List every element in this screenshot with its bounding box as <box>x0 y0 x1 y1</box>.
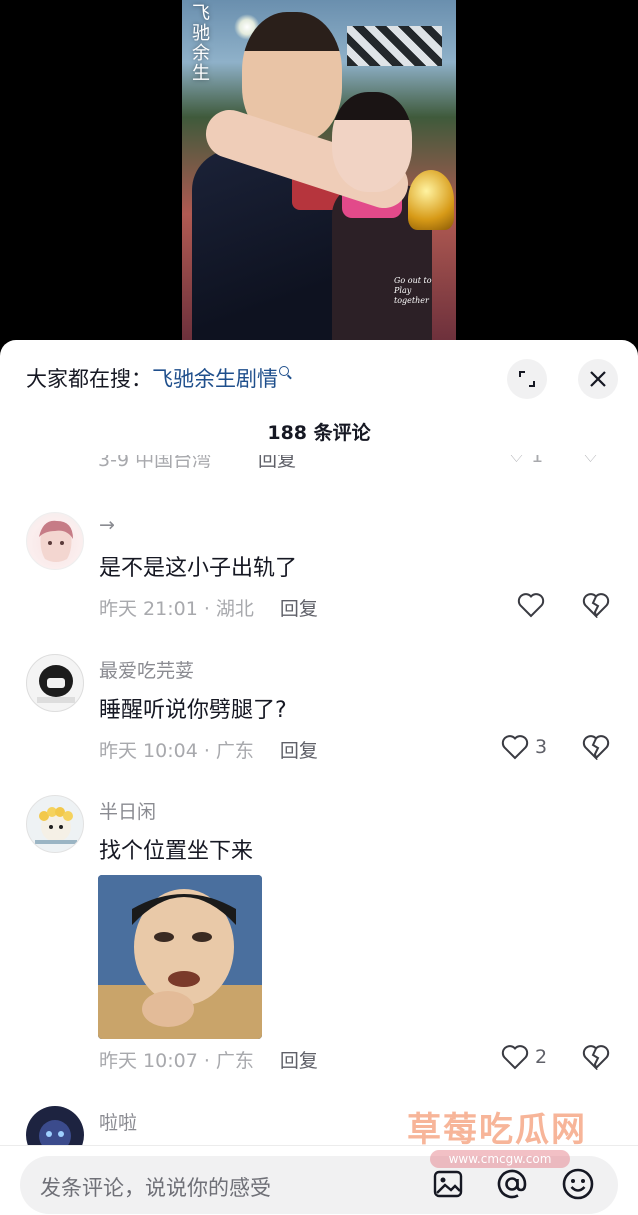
like-button[interactable]: 2 <box>501 1044 547 1070</box>
watermark-text: 草莓吃瓜网 <box>407 1110 587 1150</box>
drama-poster-image: 飞驰余生 Go out to Play together <box>182 0 456 345</box>
search-suggestion[interactable]: 大家都在搜：飞驰余生剧情 <box>26 364 289 394</box>
comment-count-title: 188 条评论 <box>267 422 371 444</box>
reply-button[interactable]: 回复 <box>280 740 318 762</box>
avatar[interactable] <box>26 654 84 712</box>
dislike-button[interactable] <box>582 734 610 764</box>
broken-heart-icon <box>582 1045 610 1072</box>
search-icon <box>279 366 289 376</box>
poster-slogan: Go out to Play together <box>394 276 432 305</box>
comment-time-location: 昨天 10:04 · 广东 <box>99 740 254 762</box>
meme-illustration <box>98 875 262 1039</box>
comment-meta: 昨天 10:04 · 广东 回复 <box>99 736 318 763</box>
cut-dislike-icon[interactable]: ♡ <box>582 455 599 467</box>
checkered-flag <box>347 26 442 66</box>
comment-meta: 昨天 21:01 · 湖北 回复 <box>99 594 318 621</box>
video-player[interactable]: 飞驰余生 Go out to Play together <box>0 0 638 345</box>
comment-time-location: 昨天 10:07 · 广东 <box>99 1050 254 1072</box>
dislike-button[interactable] <box>582 1044 610 1074</box>
emoji-button[interactable] <box>560 1166 596 1202</box>
like-count: 2 <box>535 1046 548 1068</box>
broken-heart-icon <box>582 735 610 762</box>
avatar-illustration <box>35 807 77 844</box>
expand-icon <box>519 371 535 387</box>
comment-text: 是不是这小子出轨了 <box>99 556 298 581</box>
commenter-name[interactable]: 最爱吃芫荽 <box>99 656 194 683</box>
poster-title: 飞驰余生 <box>192 3 210 84</box>
commenter-name[interactable]: 半日闲 <box>99 797 156 824</box>
meme-sticker-image[interactable] <box>98 875 262 1039</box>
comment-text: 睡醒听说你劈腿了? <box>99 698 287 723</box>
mention-button[interactable] <box>494 1166 530 1202</box>
like-button[interactable]: 3 <box>501 734 547 760</box>
expand-button[interactable] <box>507 359 547 399</box>
comment-input-placeholder: 发条评论，说说你的感受 <box>40 1176 271 1200</box>
close-icon <box>590 371 606 387</box>
reply-button[interactable]: 回复 <box>280 598 318 620</box>
cut-meta: 3-9 中国台湾 <box>98 455 212 471</box>
search-term-link[interactable]: 飞驰余生剧情 <box>152 367 278 391</box>
heart-icon <box>501 735 529 760</box>
close-button[interactable] <box>578 359 618 399</box>
at-sign-icon <box>497 1169 527 1199</box>
comment-time-location: 昨天 21:01 · 湖北 <box>99 598 254 620</box>
image-picker-button[interactable] <box>430 1166 466 1202</box>
avatar-illustration <box>39 520 73 562</box>
commenter-name[interactable]: → <box>99 514 115 536</box>
scrolled-comment-meta: 3-9 中国台湾 回复 ♡ 1 ♡ <box>98 455 618 475</box>
dislike-button[interactable] <box>582 592 610 622</box>
smiley-icon <box>562 1168 594 1200</box>
heart-icon <box>501 1045 529 1070</box>
cut-reply[interactable]: 回复 <box>258 455 296 472</box>
like-count: 3 <box>535 736 548 758</box>
avatar[interactable] <box>26 512 84 570</box>
heart-icon <box>517 593 545 618</box>
cut-like[interactable]: ♡ 1 <box>508 455 543 467</box>
avatar[interactable] <box>26 795 84 853</box>
comment-sheet: 大家都在搜：飞驰余生剧情 188 条评论 3-9 中国台湾 回复 ♡ 1 ♡ →… <box>0 340 638 1215</box>
reply-button[interactable]: 回复 <box>280 1050 318 1072</box>
avatar-illustration <box>37 665 75 703</box>
comment-meta: 昨天 10:07 · 广东 回复 <box>99 1046 318 1073</box>
watermark-url: www.cmcgw.com <box>430 1150 570 1168</box>
cut-like-count: 1 <box>531 455 544 467</box>
commenter-name[interactable]: 啦啦 <box>99 1108 137 1135</box>
search-prefix: 大家都在搜： <box>26 367 152 391</box>
like-button[interactable] <box>517 592 545 618</box>
trophy <box>408 170 454 230</box>
comment-text: 找个位置坐下来 <box>99 839 254 864</box>
broken-heart-icon <box>582 593 610 620</box>
image-icon <box>433 1170 463 1198</box>
actress-head <box>332 92 412 192</box>
